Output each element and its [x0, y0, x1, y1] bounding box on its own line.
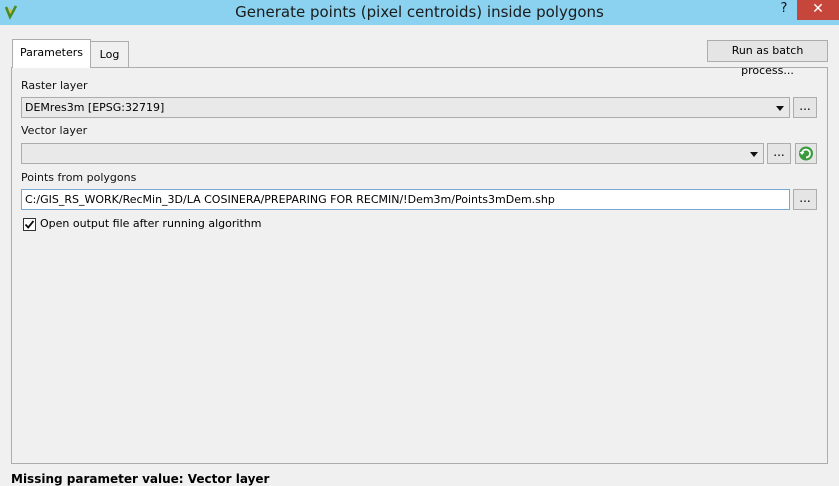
- raster-layer-label: Raster layer: [21, 79, 88, 92]
- raster-layer-select[interactable]: DEMres3m [EPSG:32719]: [21, 97, 790, 118]
- vector-layer-select[interactable]: [21, 143, 764, 164]
- vector-layer-refresh-button[interactable]: [795, 143, 817, 164]
- help-button[interactable]: ?: [773, 0, 795, 20]
- close-button[interactable]: ✕: [797, 0, 839, 20]
- tab-log[interactable]: Log: [91, 41, 129, 68]
- status-message: Missing parameter value: Vector layer: [11, 472, 270, 486]
- chevron-down-icon: [776, 106, 784, 111]
- raster-layer-value: DEMres3m [EPSG:32719]: [25, 101, 165, 114]
- title-bar: Generate points (pixel centroids) inside…: [0, 0, 839, 25]
- raster-layer-browse-button[interactable]: ...: [793, 97, 817, 118]
- parameters-panel: [11, 67, 828, 464]
- open-output-label: Open output file after running algorithm: [40, 217, 262, 230]
- open-output-checkbox[interactable]: [23, 218, 36, 231]
- checkmark-icon: [24, 220, 35, 229]
- run-as-batch-button[interactable]: Run as batch process...: [707, 40, 828, 77]
- output-path-input[interactable]: C:/GIS_RS_WORK/RecMin_3D/LA COSINERA/PRE…: [21, 189, 790, 210]
- points-from-polygons-label: Points from polygons: [21, 171, 137, 184]
- output-path-browse-button[interactable]: ...: [793, 189, 817, 210]
- refresh-icon: [799, 146, 813, 161]
- tab-parameters[interactable]: Parameters: [12, 39, 91, 68]
- window-title: Generate points (pixel centroids) inside…: [235, 3, 604, 21]
- vector-layer-browse-button[interactable]: ...: [767, 143, 791, 164]
- chevron-down-icon: [750, 152, 758, 157]
- vector-layer-label: Vector layer: [21, 124, 88, 137]
